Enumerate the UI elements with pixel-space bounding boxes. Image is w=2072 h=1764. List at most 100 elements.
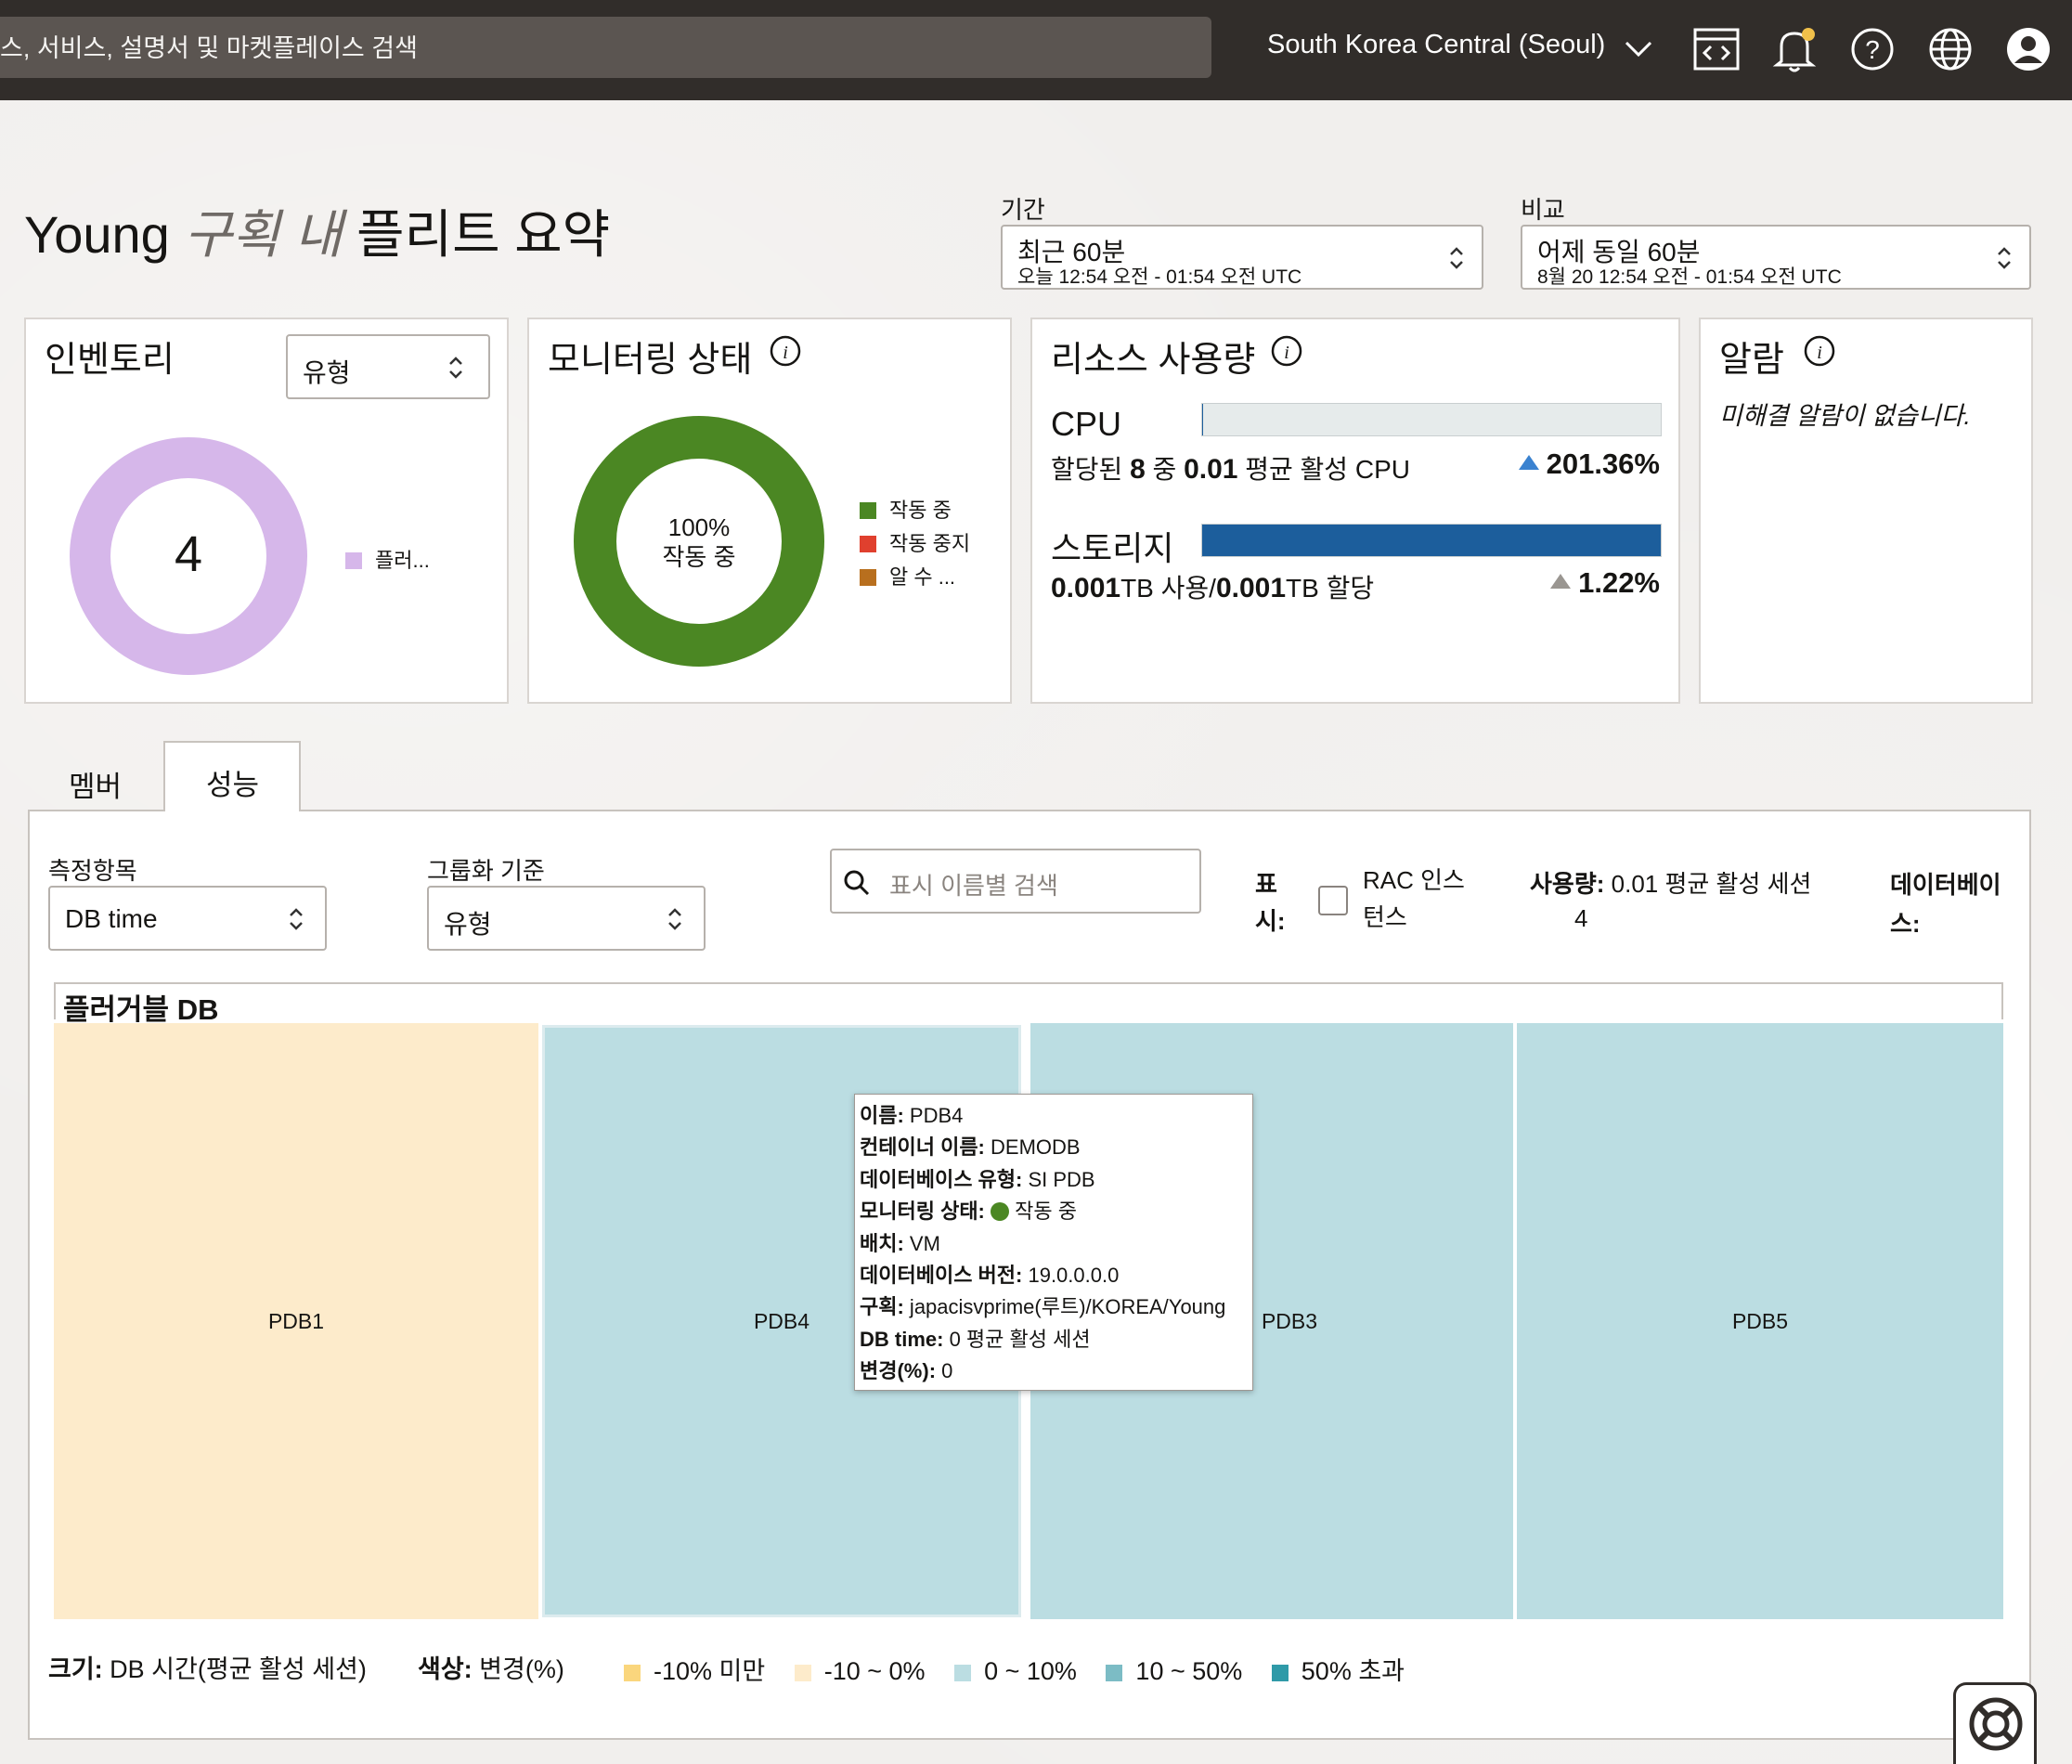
svg-text:?: ? bbox=[1865, 35, 1880, 64]
select-updown-icon bbox=[668, 908, 681, 930]
period-select[interactable]: 최근 60분 오늘 12:54 오전 - 01:54 오전 UTC bbox=[1001, 225, 1483, 290]
legend-swatch bbox=[860, 536, 876, 552]
tooltip-row: 구획: japacisvprime(루트)/KOREA/Young bbox=[860, 1295, 1226, 1319]
treemap-cell-label: PDB1 bbox=[267, 1308, 325, 1333]
metric-value: DB time bbox=[65, 904, 158, 933]
legend-item-down: 작동 중지 bbox=[860, 527, 970, 557]
rac-instance-label: RAC 인스턴스 bbox=[1363, 866, 1465, 931]
inventory-title: 인벤토리 bbox=[45, 341, 175, 380]
group-by-label: 그룹화 기준 bbox=[427, 857, 545, 885]
storage-detail: 0.001TB 사용/0.001TB 할당 bbox=[1051, 573, 1375, 603]
legend-swatch bbox=[1106, 1665, 1123, 1681]
period-label: 기간 bbox=[1001, 196, 1045, 224]
database-count-value: 4 bbox=[1574, 904, 1588, 932]
user-profile-icon[interactable] bbox=[2003, 24, 2053, 74]
color-legend: -10% 미만 -10 ~ 0% 0 ~ 10% 10 ~ 50% 50% 초과 bbox=[624, 1651, 1405, 1687]
alarms-empty-message: 미해결 알람이 없습니다. bbox=[1719, 402, 1971, 430]
legend-swatch bbox=[860, 502, 876, 519]
tooltip-row: 모니터링 상태: 작동 중 bbox=[860, 1200, 1077, 1224]
legend-swatch bbox=[1271, 1665, 1289, 1681]
code-editor-icon[interactable] bbox=[1691, 24, 1742, 74]
language-globe-icon[interactable] bbox=[1925, 24, 1975, 74]
select-updown-icon bbox=[449, 357, 462, 379]
search-icon bbox=[844, 870, 870, 896]
select-updown-icon bbox=[1998, 247, 2011, 269]
storage-usage-bar bbox=[1201, 524, 1662, 557]
help-icon[interactable]: ? bbox=[1847, 24, 1897, 74]
compare-range: 8월 20 12:54 오전 - 01:54 오전 UTC bbox=[1537, 266, 1842, 288]
period-range: 오늘 12:54 오전 - 01:54 오전 UTC bbox=[1017, 266, 1302, 288]
tooltip-row: 배치: VM bbox=[860, 1231, 940, 1255]
treemap-cell-label: PDB3 bbox=[1261, 1308, 1318, 1333]
monitoring-center-label: 100% 작동 중 bbox=[662, 513, 736, 571]
legend-item-up: 작동 중 bbox=[860, 494, 952, 524]
alarms-card: 알람 i 미해결 알람이 없습니다. bbox=[1699, 318, 2033, 704]
legend-swatch bbox=[345, 552, 362, 569]
treemap-cell-pdb1[interactable]: PDB1 bbox=[54, 1023, 538, 1619]
tab-performance[interactable]: 성능 bbox=[206, 761, 259, 803]
legend-swatch bbox=[624, 1665, 641, 1681]
inventory-type-select[interactable]: 유형 bbox=[286, 334, 490, 399]
legend-swatch bbox=[860, 569, 876, 586]
inventory-card: 인벤토리 유형 4 플러... bbox=[24, 318, 509, 704]
legend-swatch bbox=[794, 1665, 811, 1681]
monitoring-status-card: 모니터링 상태 i 100% 작동 중 작동 중 작동 중지 알 수 ... bbox=[527, 318, 1012, 704]
info-icon[interactable]: i bbox=[769, 334, 802, 368]
chevron-down-icon[interactable] bbox=[1623, 37, 1654, 61]
tooltip-row: 변경(%): 0 bbox=[860, 1359, 953, 1383]
tooltip-row: DB time: 0 평균 활성 세션 bbox=[860, 1327, 1091, 1351]
help-center-button[interactable] bbox=[1953, 1682, 2037, 1764]
cpu-detail: 할당된 8 중 0.01 평균 활성 CPU bbox=[1051, 454, 1410, 485]
monitoring-title: 모니터링 상태 bbox=[548, 341, 753, 380]
treemap-cell-pdb5[interactable]: PDB5 bbox=[1517, 1023, 2003, 1619]
svg-text:i: i bbox=[1817, 343, 1822, 363]
svg-text:i: i bbox=[1284, 343, 1289, 363]
metric-label: 측정항목 bbox=[48, 857, 137, 885]
cpu-change: 201.36% bbox=[1517, 447, 1660, 481]
tooltip-row: 컨테이너 이름: DEMODB bbox=[860, 1135, 1081, 1160]
cpu-usage-bar-fill bbox=[1202, 404, 1203, 435]
resource-usage-card: 리소스 사용량 i CPU 할당된 8 중 0.01 평균 활성 CPU 201… bbox=[1030, 318, 1680, 704]
tooltip-row: 데이터베이스 버전: 19.0.0.0.0 bbox=[860, 1264, 1120, 1288]
status-ok-icon bbox=[991, 1202, 1010, 1222]
tooltip-row: 이름: PDB4 bbox=[860, 1104, 964, 1127]
color-legend-label: 색상: 변경(%) bbox=[418, 1655, 564, 1683]
page-title: Young 구획 내 플리트 요약 bbox=[24, 205, 611, 264]
region-selector[interactable]: South Korea Central (Seoul) bbox=[1267, 30, 1605, 60]
inventory-count: 4 bbox=[174, 526, 203, 582]
legend-swatch bbox=[954, 1665, 972, 1681]
triangle-up-icon bbox=[1550, 574, 1572, 589]
triangle-up-icon bbox=[1518, 455, 1539, 470]
database-count-label: 데이터베이스: bbox=[1890, 871, 2001, 938]
treemap-tooltip: 이름: PDB4 컨테이너 이름: DEMODB 데이터베이스 유형: SI P… bbox=[854, 1094, 1253, 1391]
size-legend: 크기: DB 시간(평균 활성 세션) bbox=[48, 1655, 367, 1683]
info-icon[interactable]: i bbox=[1803, 334, 1836, 368]
tab-join-mask bbox=[165, 806, 299, 813]
storage-usage-bar-fill bbox=[1202, 525, 1661, 556]
rac-instance-checkbox[interactable] bbox=[1318, 886, 1348, 915]
inventory-type-value: 유형 bbox=[303, 358, 351, 387]
storage-change: 1.22% bbox=[1548, 566, 1660, 600]
storage-label: 스토리지 bbox=[1051, 529, 1174, 567]
cpu-label: CPU bbox=[1051, 405, 1122, 443]
group-by-select[interactable]: 유형 bbox=[427, 886, 706, 951]
compare-select[interactable]: 어제 동일 60분 8월 20 12:54 오전 - 01:54 오전 UTC bbox=[1521, 225, 2031, 290]
treemap-header bbox=[54, 982, 2003, 1019]
svg-text:i: i bbox=[783, 343, 788, 363]
compare-label: 비교 bbox=[1521, 196, 1565, 224]
resource-title: 리소스 사용량 bbox=[1051, 341, 1256, 380]
legend-item-unknown: 알 수 ... bbox=[860, 561, 955, 590]
metric-select[interactable]: DB time bbox=[48, 886, 327, 951]
select-updown-icon bbox=[1450, 247, 1463, 269]
alarms-title: 알람 bbox=[1719, 341, 1784, 380]
group-by-value: 유형 bbox=[444, 910, 492, 939]
cpu-usage-bar bbox=[1201, 403, 1662, 436]
info-icon[interactable]: i bbox=[1270, 334, 1303, 368]
display-name-search-input[interactable]: 표시 이름별 검색 bbox=[830, 849, 1201, 914]
tab-members[interactable]: 멤버 bbox=[69, 763, 122, 805]
treemap-cell-label: PDB5 bbox=[1731, 1308, 1789, 1333]
treemap-cell-label: PDB4 bbox=[753, 1308, 810, 1333]
select-updown-icon bbox=[290, 908, 303, 930]
lifebuoy-icon bbox=[1969, 1697, 2023, 1751]
notification-bell-icon[interactable] bbox=[1769, 24, 1819, 74]
